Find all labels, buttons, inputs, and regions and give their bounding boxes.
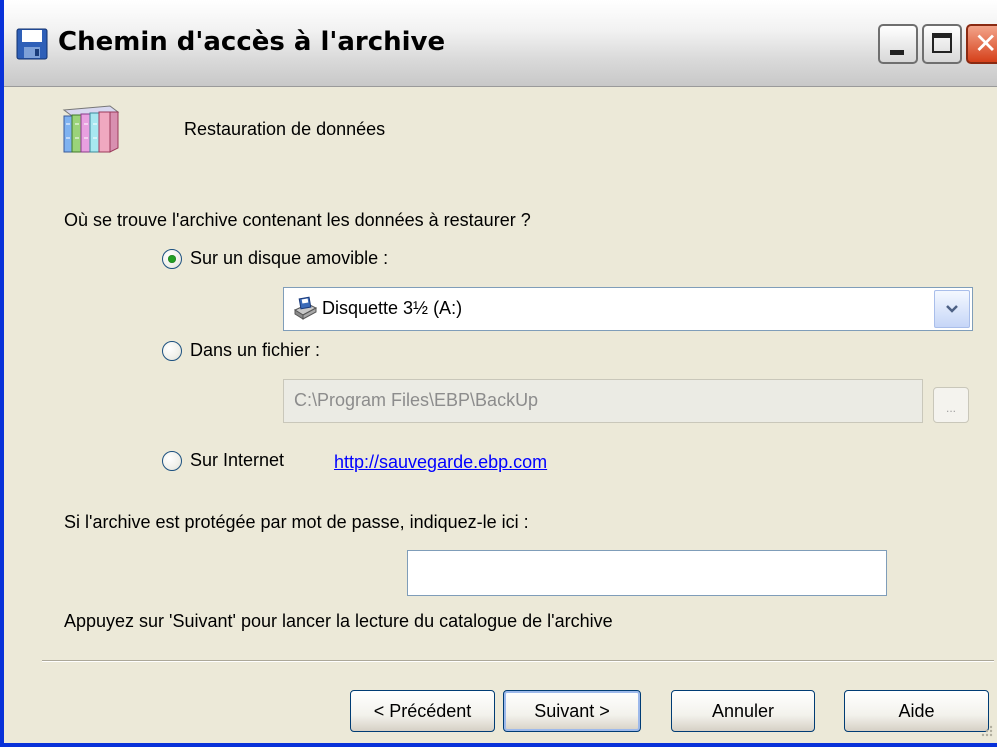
books-archive-icon (62, 105, 120, 153)
close-button[interactable]: ✕ (966, 24, 997, 64)
chevron-down-icon (946, 305, 958, 313)
info-text: Appuyez sur 'Suivant' pour lancer la lec… (64, 611, 613, 631)
radio-removable-label: Sur un disque amovible : (190, 248, 389, 268)
floppy-drive-icon (293, 296, 318, 320)
radio-internet[interactable]: Sur Internet (162, 450, 284, 471)
radio-button-checked[interactable] (162, 248, 182, 269)
floppy-disk-icon (16, 28, 48, 60)
radio-button[interactable] (162, 340, 182, 361)
minimize-button[interactable] (878, 24, 918, 64)
password-field[interactable] (407, 550, 887, 596)
minimize-icon (890, 50, 904, 55)
header-title: Restauration de données (184, 119, 386, 139)
password-label: Si l'archive est protégée par mot de pas… (64, 512, 529, 532)
drive-select[interactable]: Disquette 3½ (A:) (283, 287, 973, 331)
drive-select-value: Disquette 3½ (A:) (322, 298, 463, 318)
radio-file-label: Dans un fichier : (190, 340, 321, 360)
separator (42, 660, 994, 662)
dialog-window: Chemin d'accès à l'archive ✕ Restauratio… (0, 0, 997, 747)
backup-website-link[interactable]: http://sauvegarde.ebp.com (334, 452, 547, 473)
resize-grip-icon[interactable] (979, 723, 993, 737)
cancel-button[interactable]: Annuler (671, 690, 815, 732)
help-button[interactable]: Aide (844, 690, 989, 732)
next-button[interactable]: Suivant > (503, 690, 641, 732)
radio-removable-disk[interactable]: Sur un disque amovible : (162, 248, 388, 269)
title-bar[interactable]: Chemin d'accès à l'archive ✕ (4, 0, 997, 87)
radio-internet-label: Sur Internet (190, 450, 285, 470)
file-path-input: C:\Program Files\EBP\BackUp (283, 379, 923, 423)
close-icon: ✕ (974, 27, 997, 60)
dropdown-button[interactable] (934, 290, 970, 328)
radio-file[interactable]: Dans un fichier : (162, 340, 320, 361)
window-title: Chemin d'accès à l'archive (58, 27, 446, 57)
radio-button[interactable] (162, 450, 182, 471)
maximize-icon (932, 33, 952, 53)
source-question: Où se trouve l'archive contenant les don… (64, 210, 531, 230)
previous-button[interactable]: < Précédent (350, 690, 495, 732)
maximize-button[interactable] (922, 24, 962, 64)
file-path-value: C:\Program Files\EBP\BackUp (294, 390, 539, 410)
browse-button: ... (933, 387, 969, 423)
